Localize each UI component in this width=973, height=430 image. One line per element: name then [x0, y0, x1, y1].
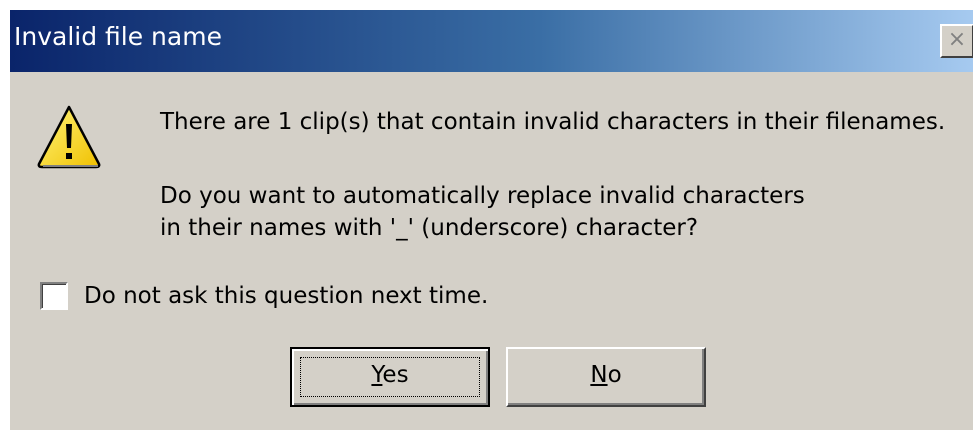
warning-icon — [37, 105, 101, 169]
no-label-rest: o — [607, 362, 622, 388]
no-button[interactable]: No — [506, 347, 706, 407]
yes-mnemonic: Y — [371, 362, 383, 388]
window-title: Invalid file name — [14, 22, 222, 51]
no-mnemonic: N — [590, 362, 608, 388]
do-not-ask-checkbox[interactable] — [40, 282, 68, 310]
close-icon: × — [947, 27, 967, 52]
yes-button[interactable]: Yes — [290, 347, 490, 407]
close-button[interactable]: × — [940, 24, 973, 58]
do-not-ask-label[interactable]: Do not ask this question next time. — [84, 280, 488, 312]
yes-label-rest: es — [382, 362, 409, 388]
message-line-3: in their names with '_' (underscore) cha… — [160, 215, 699, 241]
message-line-2: Do you want to automatically replace inv… — [160, 183, 805, 209]
title-bar[interactable]: Invalid file name × — [10, 10, 973, 72]
dialog-window: Invalid file name × There are 1 clip(s) … — [8, 8, 973, 430]
message-line-1: There are 1 clip(s) that contain invalid… — [160, 109, 946, 135]
